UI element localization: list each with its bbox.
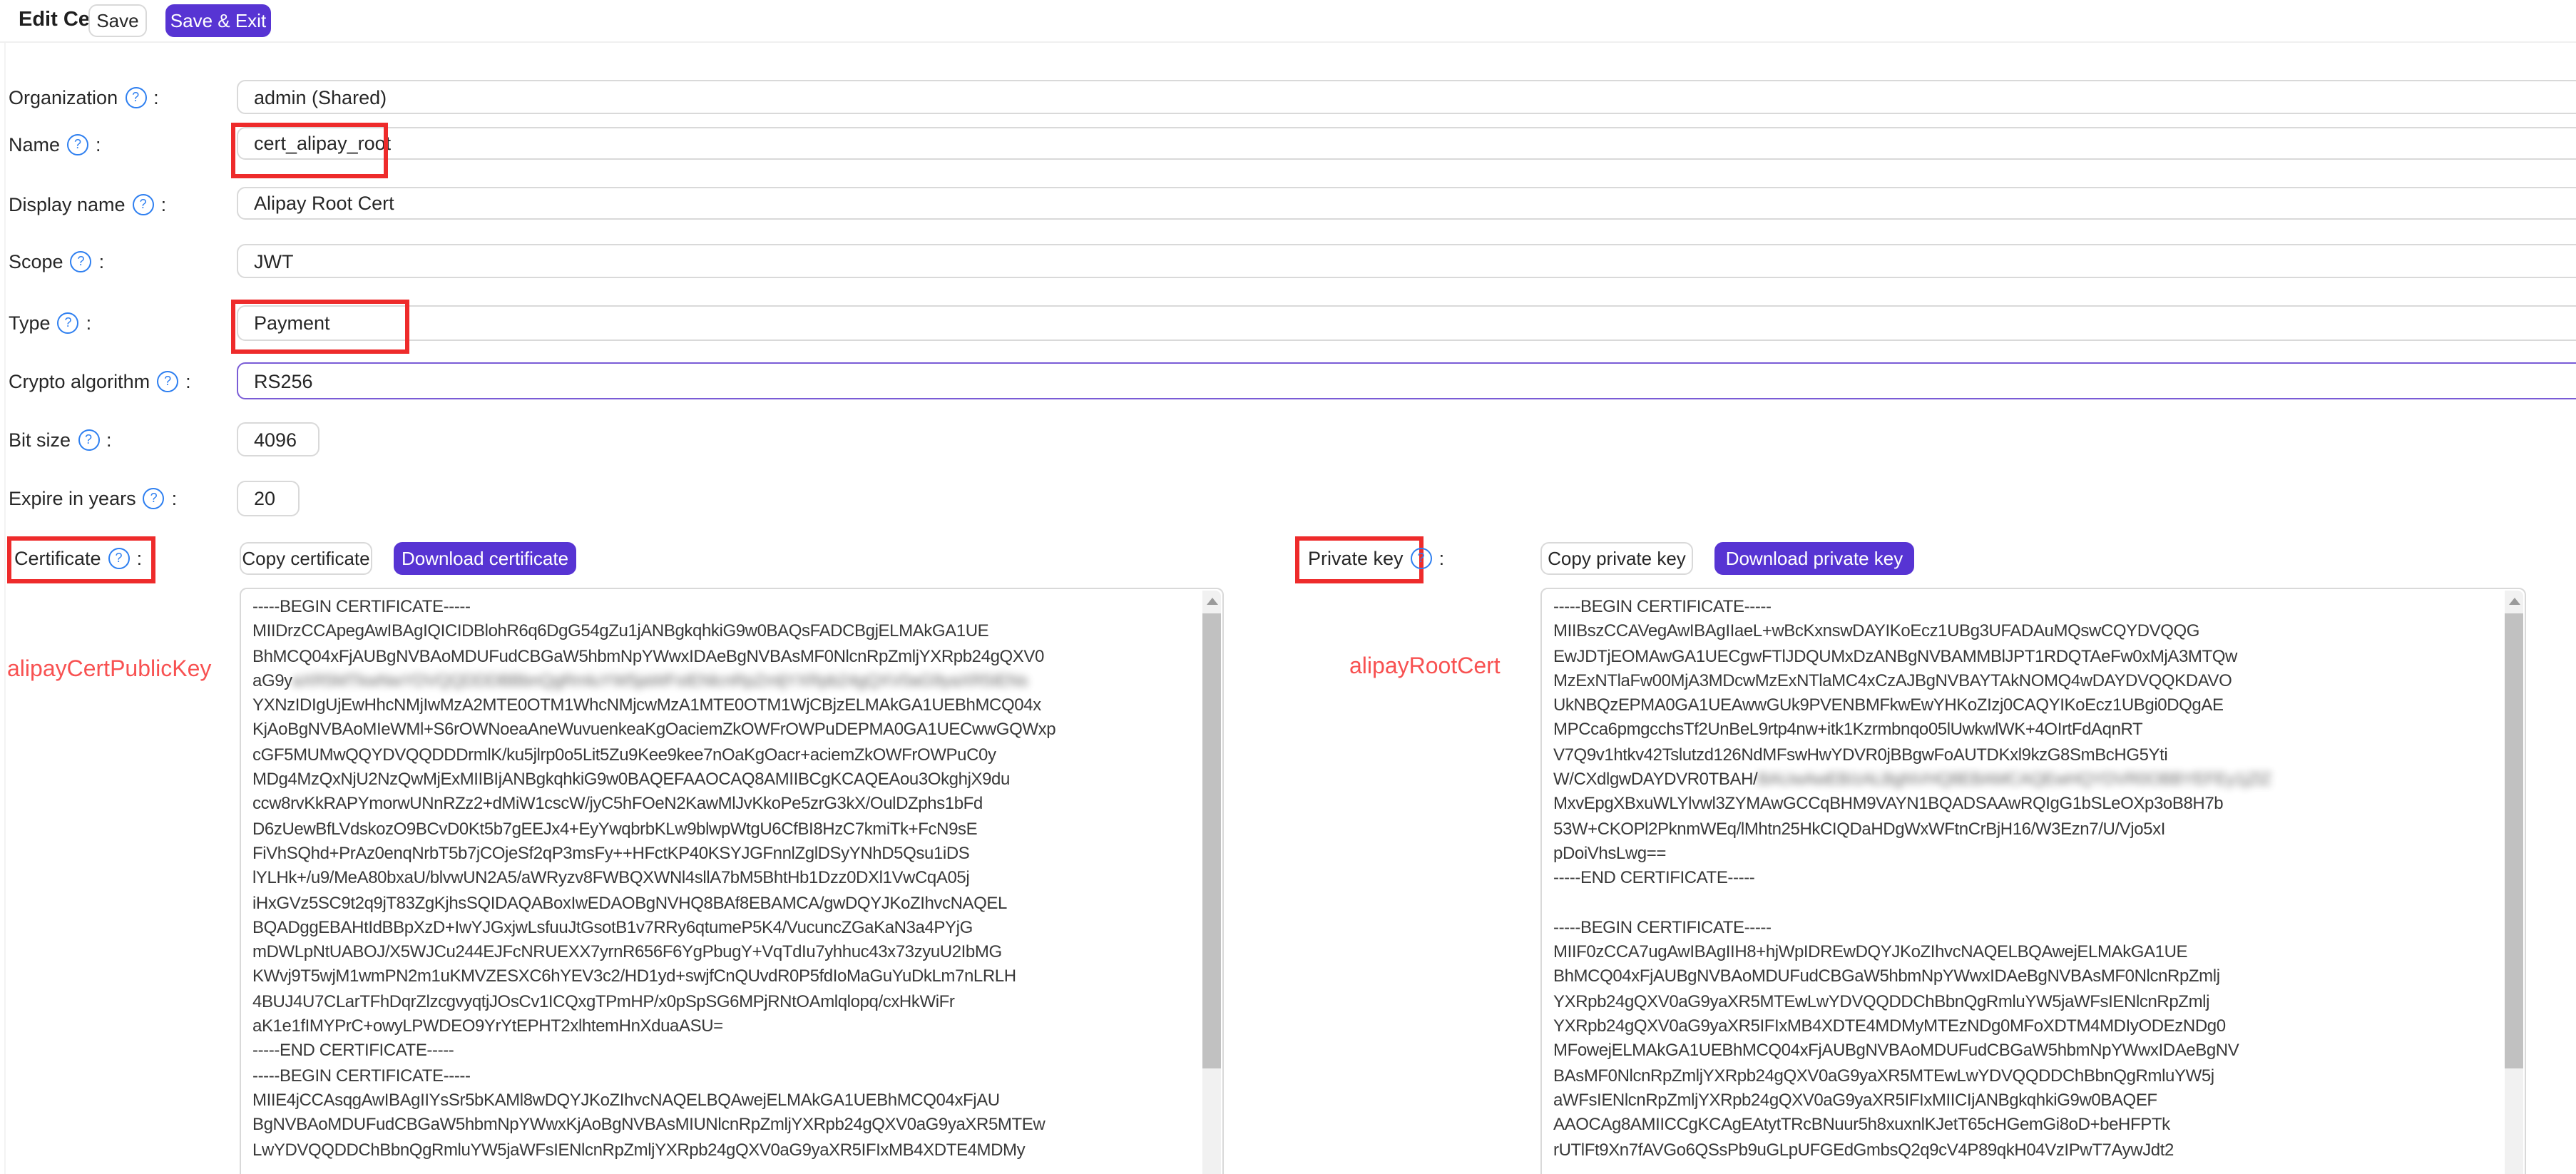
display-name-input[interactable]: Alipay Root Cert bbox=[237, 187, 2576, 220]
download-certificate-button[interactable]: Download certificate bbox=[394, 542, 576, 575]
help-icon[interactable]: ? bbox=[58, 312, 79, 333]
text-line: FiVhSQhd+PrAz0enqNrbT5b7jCOjeSf2qP3msFy+… bbox=[252, 843, 1200, 868]
text-line: MFowejELMAkGA1UEBhMCQ04xFjAUBgNVBAoMDUFu… bbox=[1553, 1041, 2502, 1066]
text-line: -----END CERTIFICATE----- bbox=[1553, 868, 2502, 893]
private-key-scrollbar[interactable] bbox=[2505, 591, 2523, 1174]
page-left-divider bbox=[4, 0, 6, 1174]
text-line: aG9yaXR5MTkwNwYDVQQDDDBBbnQgRmluYW5jaWFs… bbox=[252, 670, 1200, 695]
text-line: aWFsIENlcnRpZmljYXRpb24gQXV0aG9yaXR5IFIx… bbox=[1553, 1090, 2502, 1115]
text-line: 53W+CKOPl2PknmWEq/lMhtn25HkCIQDaHDgWxWFt… bbox=[1553, 818, 2502, 843]
save-button[interactable]: Save bbox=[88, 4, 147, 37]
scroll-up-icon[interactable] bbox=[2505, 591, 2523, 612]
text-line: -----BEGIN CERTIFICATE----- bbox=[1553, 596, 2502, 621]
text-line: BgNVBAoMDUFudCBGaW5hbmNpYWwxKjAoBgNVBAsM… bbox=[252, 1114, 1200, 1139]
text-line: cGF5MUMwQQYDVQQDDDrmlK/ku5jlrp0o5Lit5Zu9… bbox=[252, 745, 1200, 770]
certificate-annotation: alipayCertPublicKey bbox=[7, 658, 211, 683]
copy-certificate-button[interactable]: Copy certificate bbox=[240, 542, 372, 575]
help-icon[interactable]: ? bbox=[143, 487, 165, 509]
display-name-label: Display name?: bbox=[9, 187, 166, 221]
text-line: MIIDrzCCApegAwIBAgIQICIDBlohR6q6DgG54gZu… bbox=[252, 621, 1200, 646]
certificate-scrollbar-thumb[interactable] bbox=[1202, 613, 1221, 1068]
text-line: UkNBQzEPMA0GA1UEAwwGUk9PVENBMFkwEwYHKoZI… bbox=[1553, 695, 2502, 720]
text-line: MIIF0zCCA7ugAwIBAgIIH8+hjWpIDREwDQYJKoZI… bbox=[1553, 941, 2502, 966]
text-line: BhMCQ04xFjAUBgNVBAoMDUFudCBGaW5hbmNpYWwx… bbox=[1553, 966, 2502, 991]
text-line: -----END CERTIFICATE----- bbox=[252, 1041, 1200, 1066]
help-icon[interactable]: ? bbox=[67, 133, 88, 155]
private-key-text: -----BEGIN CERTIFICATE-----MIIBszCCAVegA… bbox=[1553, 596, 2502, 1174]
certificate-text: -----BEGIN CERTIFICATE-----MIIDrzCCApegA… bbox=[252, 596, 1200, 1174]
text-line: -----BEGIN CERTIFICATE----- bbox=[1553, 917, 2502, 942]
expire-in-years-label: Expire in years?: bbox=[9, 481, 177, 515]
text-line: MxvEpgXBxuWLYlvwl3ZYMAwGCCqBHM9VAYN1BQAD… bbox=[1553, 794, 2502, 819]
organization-select[interactable]: admin (Shared) bbox=[237, 80, 2576, 114]
text-line: iHxGVz5SC9t2q9jT83ZgKjhsSQIDAQABoxIwEDAO… bbox=[252, 892, 1200, 917]
crypto-algorithm-select[interactable]: RS256 bbox=[237, 362, 2576, 399]
text-line: -----BEGIN CERTIFICATE----- bbox=[252, 596, 1200, 621]
type-select[interactable]: Payment bbox=[237, 305, 2576, 341]
edit-cert-page: Edit Cert Save Save & Exit Organization?… bbox=[0, 0, 2576, 1174]
text-line bbox=[1553, 892, 2502, 917]
text-line: V7Q9v1htkv42Tslutzd126NdMFswHwYDVR0jBBgw… bbox=[1553, 745, 2502, 770]
text-line: MPCca6pmgcchsTf2UnBeL9rtp4nw+itk1Kzrmbnq… bbox=[1553, 720, 2502, 745]
text-line: -----BEGIN CERTIFICATE----- bbox=[252, 1065, 1200, 1090]
text-line: mDWLpNtUABOJ/X5WJCu244EJFcNRUEXX7yrnR656… bbox=[252, 941, 1200, 966]
scope-select[interactable]: JWT bbox=[237, 244, 2576, 278]
text-line: YXNzIDIgUjEwHhcNMjIwMzA2MTE0OTM1WhcNMjcw… bbox=[252, 695, 1200, 720]
help-icon[interactable]: ? bbox=[1411, 547, 1432, 568]
text-line: YXRpb24gQXV0aG9yaXR5MTEwLwYDVQQDDChBbnQg… bbox=[1553, 991, 2502, 1016]
text-line: BhMCQ04xFjAUBgNVBAoMDUFudCBGaW5hbmNpYWwx… bbox=[252, 645, 1200, 670]
text-line: D6zUewBfLVdskozO9BCvD0Kt5b7gEEJx4+EyYwqb… bbox=[252, 818, 1200, 843]
text-line: BAsMF0NlcnRpZmljYXRpb24gQXV0aG9yaXR5MTEw… bbox=[1553, 1065, 2502, 1090]
text-line: rUTlFt9Xn7fAVGo6QSsPb9uGLpUFGEdGmbsQ2q9c… bbox=[1553, 1139, 2502, 1164]
text-line: lYLHk+/u9/MeA80bxaU/blvwUN2A5/aWRyzv8FWB… bbox=[252, 868, 1200, 893]
save-and-exit-button[interactable]: Save & Exit bbox=[165, 4, 271, 37]
help-icon[interactable]: ? bbox=[71, 250, 92, 272]
bit-size-label: Bit size?: bbox=[9, 422, 112, 456]
expire-in-years-input[interactable]: 20 bbox=[237, 481, 300, 516]
organization-label: Organization?: bbox=[9, 80, 159, 114]
text-line: aK1e1fIMYPrC+owyLPWDEO9YrYtEPHT2xlhtemHn… bbox=[252, 1016, 1200, 1041]
text-line: MIIBszCCAVegAwIBAgIIaeL+wBcKxnswDAYIKoEc… bbox=[1553, 621, 2502, 646]
name-input[interactable]: cert_alipay_root bbox=[237, 127, 2576, 160]
text-line: BQADggEBAHtIdBBpXzD+IwYJGxjwLsfuuJtGsotB… bbox=[252, 917, 1200, 942]
help-icon[interactable]: ? bbox=[133, 193, 154, 215]
certificate-label: Certificate?: bbox=[14, 541, 142, 575]
crypto-algorithm-label: Crypto algorithm?: bbox=[9, 364, 191, 398]
text-line: LwYDVQQDDChBbnQgRmluYW5jaWFsIENlcnRpZmlj… bbox=[252, 1139, 1200, 1164]
text-line: AAOCAg8AMIICCgKCAgEAtytTRcBNuur5h8xuxnlK… bbox=[1553, 1114, 2502, 1139]
help-icon[interactable]: ? bbox=[157, 370, 178, 392]
download-private-key-button[interactable]: Download private key bbox=[1714, 542, 1914, 575]
private-key-label: Private key?: bbox=[1308, 541, 1444, 575]
help-icon[interactable]: ? bbox=[108, 547, 130, 568]
text-line: ccw8rvKkRAPYmorwUNnRZz2+dMiW1cscW/jyC5hF… bbox=[252, 794, 1200, 819]
text-line: YXRpb24gQXV0aG9yaXR5IFIxMB4XDTE4MDMyMTEz… bbox=[1553, 1016, 2502, 1041]
certificate-scrollbar[interactable] bbox=[1202, 591, 1221, 1174]
help-icon[interactable]: ? bbox=[125, 86, 146, 108]
help-icon[interactable]: ? bbox=[78, 429, 99, 450]
text-line: pDoiVhsLwg== bbox=[1553, 843, 2502, 868]
text-line: KWvj9T5wjM1wmPN2m1uKMVZESXC6hYEV3c2/HD1y… bbox=[252, 966, 1200, 991]
scroll-up-icon[interactable] bbox=[1202, 591, 1221, 612]
private-key-annotation: alipayRootCert bbox=[1349, 655, 1501, 680]
name-label: Name?: bbox=[9, 127, 101, 161]
bit-size-input[interactable]: 4096 bbox=[237, 422, 320, 456]
text-line: EwJDTjEOMAwGA1UECgwFTlJDQUMxDzANBgNVBAMM… bbox=[1553, 645, 2502, 670]
text-line: MIIE4jCCAsqgAwIBAgIIYsSr5bKAMl8wDQYJKoZI… bbox=[252, 1090, 1200, 1115]
type-label: Type?: bbox=[9, 305, 91, 340]
private-key-scrollbar-thumb[interactable] bbox=[2505, 613, 2523, 1068]
header-bar: Edit Cert Save Save & Exit bbox=[0, 0, 2576, 43]
private-key-textarea[interactable]: -----BEGIN CERTIFICATE-----MIIBszCCAVegA… bbox=[1540, 588, 2526, 1174]
certificate-textarea[interactable]: -----BEGIN CERTIFICATE-----MIIDrzCCApegA… bbox=[240, 588, 1224, 1174]
scope-label: Scope?: bbox=[9, 244, 104, 278]
text-line: KjAoBgNVBAoMIeWMl+S6rOWNoeaAneWuvuenkeaK… bbox=[252, 720, 1200, 745]
text-line: W/CXdlgwDAYDVR0TBAH/BAUwAwEB/zALBgNVHQ8E… bbox=[1553, 769, 2502, 794]
copy-private-key-button[interactable]: Copy private key bbox=[1540, 542, 1693, 575]
text-line: 4BUJ4U7CLarTFhDqrZlzcgvyqtjJOsCv1ICQxgTP… bbox=[252, 991, 1200, 1016]
text-line: MzExNTlaFw00MjA3MDcwMzExNTlaMC4xCzAJBgNV… bbox=[1553, 670, 2502, 695]
text-line: MDg4MzQxNjU2NzQwMjExMIIBIjANBgkqhkiG9w0B… bbox=[252, 769, 1200, 794]
